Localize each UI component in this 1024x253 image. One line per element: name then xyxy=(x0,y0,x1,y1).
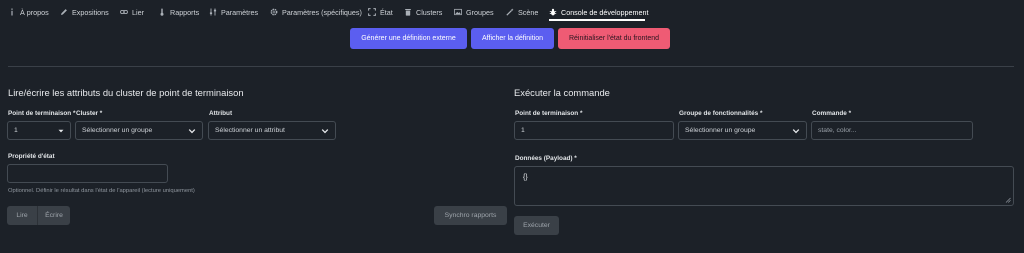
endpoint-value: 1 xyxy=(14,127,18,134)
tab-label: Paramètres (spécifiques) xyxy=(282,7,362,17)
sliders-icon xyxy=(209,8,217,16)
attribute-label: Attribut xyxy=(209,110,233,117)
tab-label: Rapports xyxy=(170,7,200,17)
tab-label: Clusters xyxy=(416,7,443,17)
reset-frontend-state-button[interactable]: Réinitialiser l'état du frontend xyxy=(558,28,670,49)
tab-label: Console de développement xyxy=(561,7,649,17)
divider xyxy=(8,66,1014,67)
thermometer-icon xyxy=(158,8,166,16)
chevron-down-icon xyxy=(188,127,196,135)
tab-expositions[interactable]: Expositions xyxy=(60,6,109,18)
attribute-placeholder: Sélectionner un attribut xyxy=(215,127,285,134)
expand-icon xyxy=(368,8,376,16)
tab-label: Groupes xyxy=(466,7,494,17)
tab-label: Paramètres xyxy=(221,7,259,17)
endpoint-select[interactable]: 1 xyxy=(7,121,71,140)
cluster-label: Cluster * xyxy=(76,110,103,117)
endpoint-label: Point de terminaison * xyxy=(8,110,76,117)
read-button[interactable]: Lire xyxy=(7,206,37,225)
cluster-select[interactable]: Sélectionner un groupe xyxy=(75,121,203,140)
command-input[interactable]: state, color... xyxy=(811,121,973,140)
payload-textarea[interactable]: {} xyxy=(514,166,1014,206)
read-write-section-title: Lire/écrire les attributs du cluster de … xyxy=(8,87,244,98)
tab-state[interactable]: État xyxy=(368,6,393,18)
wand-icon xyxy=(506,8,514,16)
bug-icon xyxy=(549,8,557,16)
tab-clusters[interactable]: Clusters xyxy=(404,6,442,18)
sync-reports-button[interactable]: Synchro rapports xyxy=(434,206,507,225)
state-property-input[interactable] xyxy=(7,164,168,183)
execute-button[interactable]: Exécuter xyxy=(514,216,559,235)
tab-dev-console[interactable]: Console de développement xyxy=(549,6,649,18)
tab-bind[interactable]: Lier xyxy=(120,6,144,18)
generate-external-definition-button[interactable]: Générer une définition externe xyxy=(350,28,467,49)
tab-label: Scène xyxy=(518,7,539,17)
active-tab-indicator xyxy=(549,19,645,21)
pencil-icon xyxy=(60,8,68,16)
execute-endpoint-input[interactable]: 1 xyxy=(514,121,674,140)
execute-endpoint-label: Point de terminaison * xyxy=(515,110,583,117)
show-definition-button[interactable]: Afficher la définition xyxy=(471,28,554,49)
tab-settings[interactable]: Paramètres xyxy=(209,6,258,18)
command-label: Commande * xyxy=(812,110,852,117)
payload-value: {} xyxy=(523,174,528,181)
feature-group-placeholder: Sélectionner un groupe xyxy=(685,127,756,134)
state-property-label: Propriété d'état xyxy=(8,153,55,160)
tab-reports[interactable]: Rapports xyxy=(158,6,199,18)
state-property-help: Optionnel. Définir le résultat dans l'ét… xyxy=(8,188,195,194)
tab-scene[interactable]: Scène xyxy=(506,6,538,18)
feature-group-select[interactable]: Sélectionner un groupe xyxy=(678,121,807,140)
resize-handle-icon[interactable] xyxy=(1005,197,1011,203)
payload-label: Données (Payload) * xyxy=(515,155,577,162)
execute-section-title: Exécuter la commande xyxy=(514,87,610,98)
tab-label: Expositions xyxy=(72,7,109,17)
feature-group-label: Groupe de fonctionnalités * xyxy=(679,110,763,117)
tab-label: À propos xyxy=(20,7,49,17)
tab-about[interactable]: À propos xyxy=(8,6,49,18)
tab-settings-specific[interactable]: Paramètres (spécifiques) xyxy=(270,6,362,18)
top-tab-bar: À propos Expositions Lier Rapports Param… xyxy=(0,0,1024,22)
command-placeholder: state, color... xyxy=(818,127,857,134)
tab-label: Lier xyxy=(132,7,144,17)
tab-label: État xyxy=(380,7,393,17)
image-icon xyxy=(454,8,462,16)
attribute-select[interactable]: Sélectionner un attribut xyxy=(208,121,336,140)
link-icon xyxy=(120,8,128,16)
gear-icon xyxy=(270,8,278,16)
tab-groups[interactable]: Groupes xyxy=(454,6,494,18)
cluster-placeholder: Sélectionner un groupe xyxy=(82,127,153,134)
write-button[interactable]: Écrire xyxy=(37,206,70,225)
chevron-down-icon xyxy=(792,127,800,135)
info-icon xyxy=(8,8,16,16)
chevron-down-icon xyxy=(321,127,329,135)
caret-down-icon xyxy=(58,128,64,136)
trash-icon xyxy=(404,8,412,16)
